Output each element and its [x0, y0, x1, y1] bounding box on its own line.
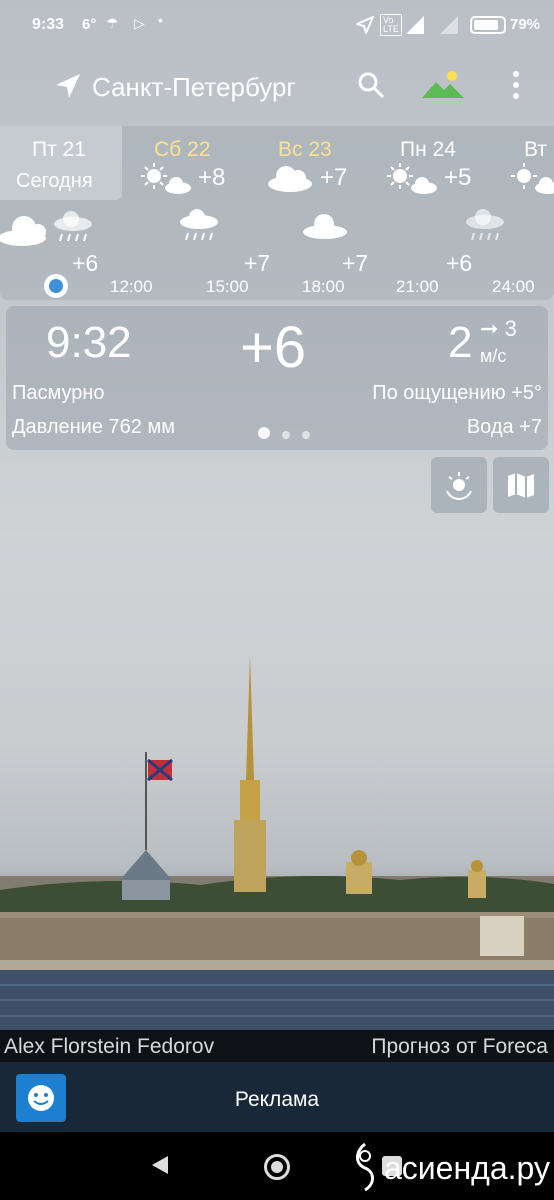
- hour-temp: +6: [446, 250, 473, 276]
- day-name: Пт 21: [32, 138, 86, 161]
- volte-icon: Vo LTE: [380, 14, 402, 36]
- navigation-arrow-icon[interactable]: [54, 72, 82, 100]
- status-bar: 9:33 6° ☂ ▷ • Vo LTE 79%: [0, 0, 554, 50]
- page-indicator: [258, 426, 322, 444]
- day-temp: +7: [320, 164, 348, 191]
- location-icon: [356, 16, 374, 34]
- sun-cloud-icon: [141, 163, 191, 194]
- current-temp: +6: [240, 315, 307, 380]
- map-button[interactable]: [493, 457, 549, 513]
- watermark-logo-icon: [356, 1142, 374, 1192]
- hour-temp: +7: [244, 250, 271, 276]
- small-dome: [346, 850, 372, 894]
- umbrella-icon: ☂: [106, 15, 119, 31]
- landscape-icon[interactable]: [420, 68, 466, 102]
- day-tab[interactable]: Сб 22 +8: [124, 126, 244, 200]
- wind-speed: 2: [448, 318, 473, 367]
- wind-unit: м/с: [480, 346, 507, 366]
- rain-cloud-icon: [466, 209, 504, 241]
- toolbar: Санкт-Петербург: [0, 60, 554, 110]
- pressure: Давление 762 мм: [12, 416, 175, 438]
- sun-cloud-icon: [387, 163, 437, 194]
- sun-moon-button[interactable]: [431, 457, 487, 513]
- day-temp: +8: [198, 164, 226, 191]
- watermark-text: асиенда.ру: [384, 1150, 550, 1186]
- feels-like: По ощущению +5°: [372, 382, 542, 404]
- sun-cloud-icon: [511, 163, 554, 194]
- hour-temp: +7: [342, 250, 369, 276]
- ad-label: Реклама: [234, 1088, 320, 1111]
- current-conditions-card[interactable]: 9:32 +6 2 ➞ 3 м/с Пасмурно По ощущению +…: [6, 306, 548, 450]
- day-temp: +5: [444, 164, 472, 191]
- back-icon[interactable]: [150, 1154, 170, 1176]
- system-navbar: асиенда.ру: [0, 1132, 554, 1200]
- day-name: Вс 23: [278, 138, 332, 161]
- water-temp: Вода +7: [466, 416, 542, 438]
- more-vert-icon[interactable]: [508, 70, 524, 100]
- cloud-icon: [0, 216, 46, 246]
- cloud-icon: [303, 214, 347, 239]
- hour-temp: +6: [72, 250, 99, 276]
- wind-arrow-icon: ➞: [480, 316, 499, 341]
- rain-cloud-icon: [180, 209, 218, 241]
- home-icon[interactable]: [264, 1154, 290, 1180]
- photo-author[interactable]: Alex Florstein Fedorov: [4, 1035, 214, 1059]
- day-tab[interactable]: Вт: [490, 126, 554, 200]
- flag-tower: [120, 752, 173, 900]
- battery-percent: 79%: [510, 16, 541, 33]
- status-temp: 6°: [82, 16, 97, 33]
- hour-label: 24:00: [492, 277, 535, 296]
- hour-label: 12:00: [110, 277, 153, 296]
- battery-icon: [470, 16, 506, 34]
- day-tab[interactable]: Пн 24 +5: [368, 126, 488, 200]
- photo-credit-bar: Alex Florstein Fedorov Прогноз от Foreca: [0, 1030, 554, 1062]
- observation-time: 9:32: [46, 318, 132, 367]
- day-name: Пн 24: [400, 138, 456, 161]
- day-name: Вт: [524, 138, 547, 161]
- wind-direction: ➞ 3: [480, 316, 517, 342]
- sun-orbit-icon: [446, 472, 472, 500]
- cathedral-spire: [234, 655, 266, 892]
- day-tab[interactable]: Вс 23 +7: [246, 126, 366, 200]
- wind-gust: 3: [504, 316, 517, 341]
- small-dome: [468, 860, 486, 898]
- search-icon[interactable]: [356, 70, 386, 100]
- signal-icon: [406, 16, 458, 34]
- hour-label: 15:00: [206, 277, 249, 296]
- hour-label: 21:00: [396, 277, 439, 296]
- forecast-source[interactable]: Прогноз от Foreca: [371, 1035, 548, 1059]
- day-sub: Сегодня: [16, 170, 93, 192]
- ad-banner[interactable]: Реклама: [0, 1062, 554, 1132]
- now-marker: [44, 274, 68, 298]
- day-tab-today[interactable]: Пт 21 Сегодня: [0, 126, 122, 200]
- condition-text: Пасмурно: [12, 382, 105, 404]
- hour-label: 18:00: [302, 277, 345, 296]
- cloud-icon: [268, 166, 312, 192]
- rain-cloud-icon: [54, 211, 92, 242]
- dot-icon: •: [158, 12, 163, 28]
- background-photo: [0, 655, 554, 1032]
- map-icon: [508, 473, 534, 498]
- city-name[interactable]: Санкт-Петербург: [92, 72, 296, 103]
- status-time: 9:33: [32, 16, 65, 33]
- play-icon: ▷: [134, 15, 145, 31]
- day-name: Сб 22: [154, 138, 211, 161]
